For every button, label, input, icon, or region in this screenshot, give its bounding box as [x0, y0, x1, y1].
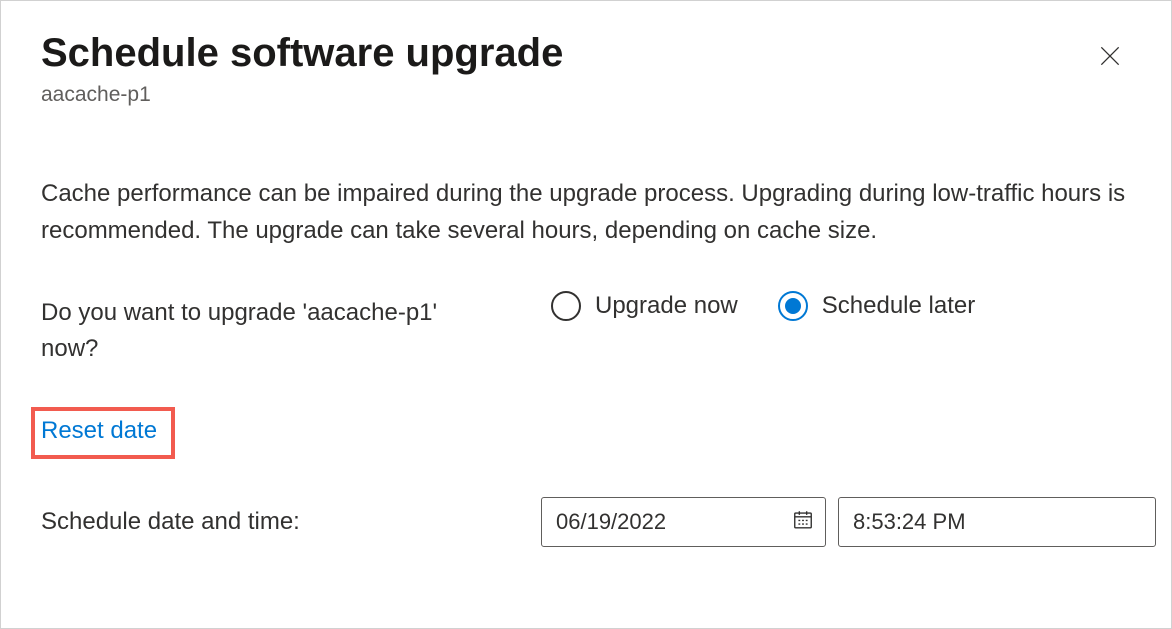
- close-icon: [1097, 57, 1123, 72]
- schedule-later-radio[interactable]: Schedule later: [778, 291, 975, 321]
- schedule-datetime-label: Schedule date and time:: [41, 508, 541, 536]
- radio-unselected-icon: [551, 291, 581, 321]
- upgrade-question-row: Do you want to upgrade 'aacache-p1' now?…: [41, 295, 1131, 367]
- title-block: Schedule software upgrade aacache-p1: [41, 29, 563, 107]
- reset-date-highlight: Reset date: [31, 407, 175, 459]
- panel-header: Schedule software upgrade aacache-p1: [41, 29, 1131, 107]
- close-button[interactable]: [1089, 35, 1131, 80]
- reset-date-link[interactable]: Reset date: [41, 417, 157, 445]
- upgrade-radio-group: Upgrade now Schedule later: [551, 291, 975, 321]
- question-text: Do you want to upgrade 'aacache-p1' now?: [41, 295, 481, 367]
- upgrade-now-radio[interactable]: Upgrade now: [551, 291, 738, 321]
- date-input-wrapper: [541, 497, 826, 547]
- panel-title: Schedule software upgrade: [41, 29, 563, 77]
- panel-subtitle: aacache-p1: [41, 83, 563, 107]
- time-input[interactable]: [838, 497, 1156, 547]
- radio-dot-icon: [785, 298, 801, 314]
- upgrade-now-label: Upgrade now: [595, 292, 738, 320]
- schedule-upgrade-panel: Schedule software upgrade aacache-p1 Cac…: [0, 0, 1172, 629]
- schedule-later-label: Schedule later: [822, 292, 975, 320]
- schedule-datetime-row: Schedule date and time:: [41, 497, 1131, 547]
- description-text: Cache performance can be impaired during…: [41, 175, 1131, 249]
- radio-selected-icon: [778, 291, 808, 321]
- date-input[interactable]: [541, 497, 826, 547]
